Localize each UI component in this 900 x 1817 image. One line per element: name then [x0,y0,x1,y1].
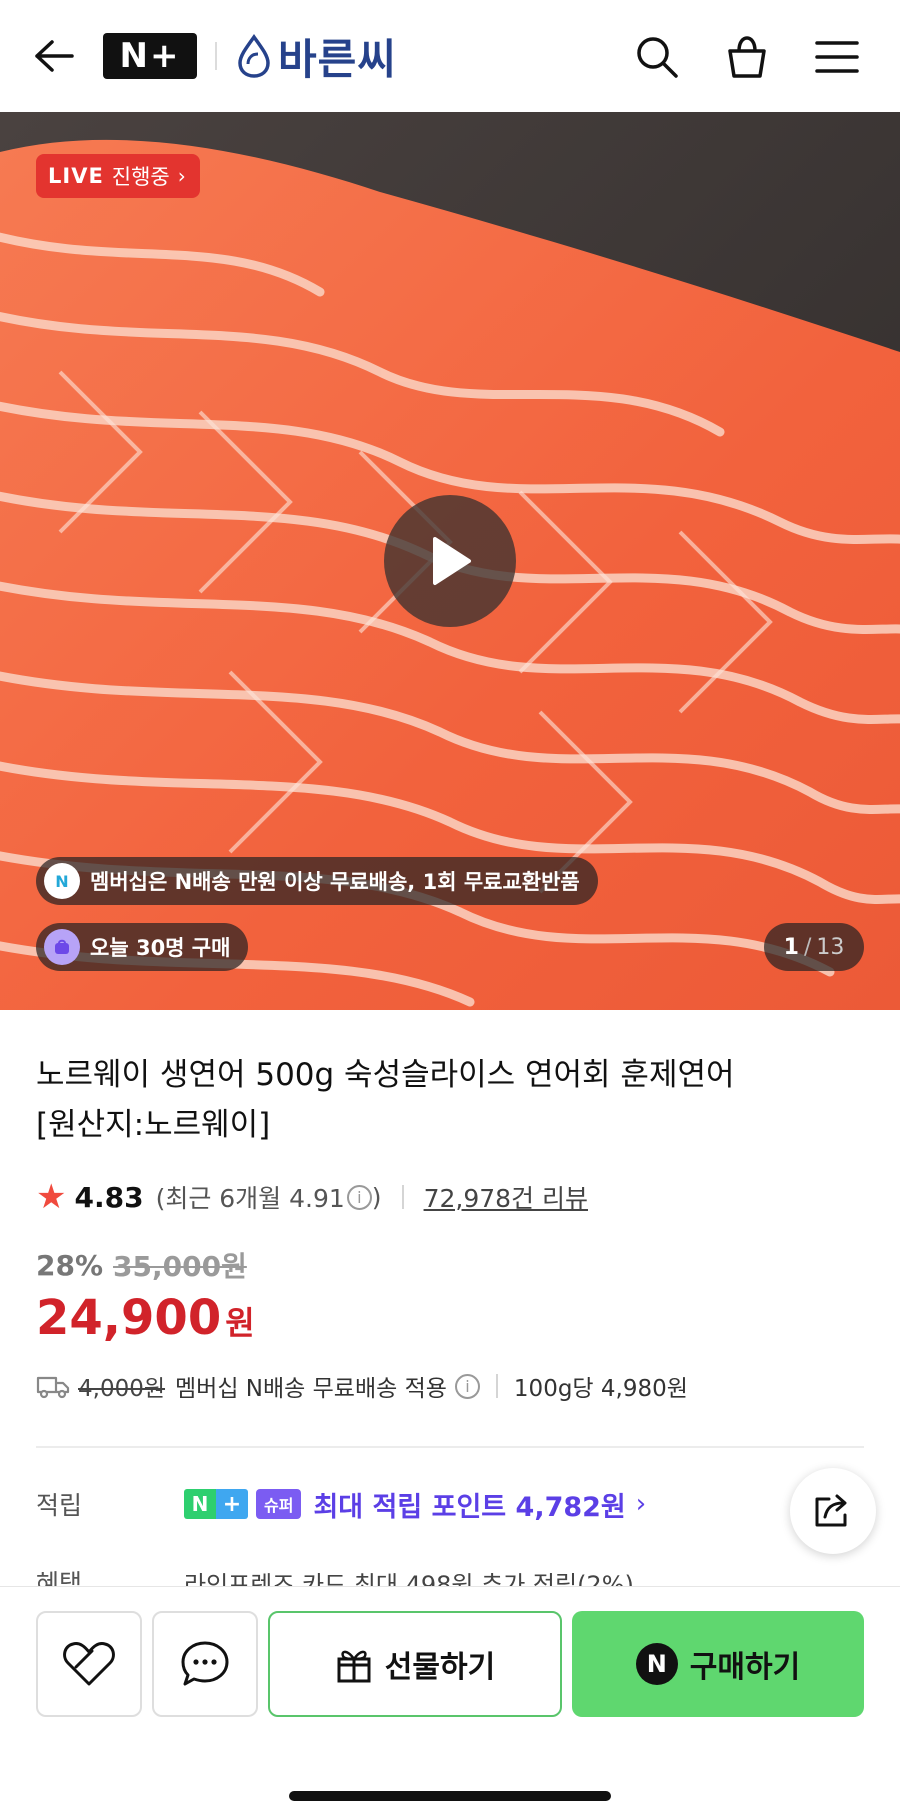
discount-rate: 28% [36,1248,104,1282]
today-purchase-pill: 오늘 30명 구매 [36,923,249,971]
star-icon: ★ [36,1177,67,1217]
today-purchase-text: 오늘 30명 구매 [90,936,231,960]
buy-button[interactable]: N 구매하기 [572,1611,864,1717]
original-price: 35,000원 [113,1250,247,1283]
shipping-divider [495,1374,498,1398]
super-badge: 슈퍼 [256,1489,302,1519]
top-header: N+ 바른씨 [0,0,900,112]
recent-rating-close: ) [371,1182,382,1212]
arrow-left-icon [35,40,74,72]
image-counter-separator: / [803,934,812,960]
chevron-right-icon: › [177,164,186,188]
talk-talk-button[interactable] [152,1611,258,1717]
discount-row: 28% 35,000원 [36,1245,247,1285]
recent-rating: (최근 6개월 4.91 i ) [156,1179,382,1215]
wishlist-button[interactable] [36,1611,142,1717]
membership-text: 멤버십은 N배송 만원 이상 무료배송, 1회 무료교환반품 [90,870,580,894]
recent-rating-text: (최근 6개월 4.91 [155,1184,345,1213]
info-icon[interactable]: i [346,1184,372,1210]
naver-pay-icon: N [635,1643,678,1685]
rating-divider [401,1185,404,1209]
image-counter-total: 13 [816,934,845,960]
menu-button[interactable] [810,30,864,84]
cart-button[interactable] [720,30,774,84]
nbadge-plus: + [216,1489,248,1519]
nplus-store-logo[interactable]: N+ [103,33,197,79]
shipping-original-fee: 4,000원 [78,1376,166,1402]
product-media-carousel[interactable]: LIVE 진행중 › N 멤버십은 N배송 만원 이상 무료배송, 1회 무료교… [0,112,900,1010]
membership-n-icon: N [44,863,80,899]
currency-unit: 원 [225,1304,255,1342]
membership-info-pill[interactable]: N 멤버십은 N배송 만원 이상 무료배송, 1회 무료교환반품 [36,857,598,905]
share-button[interactable] [790,1468,876,1554]
truck-icon [36,1376,70,1399]
points-row[interactable]: 적립 N + 슈퍼 최대 적립 포인트 4,782원 › [36,1482,646,1526]
live-status-badge[interactable]: LIVE 진행중 › [36,154,200,198]
droplet-logo-icon [238,34,270,78]
chat-bubble-icon [181,1641,229,1686]
nbadge-n: N [184,1489,216,1519]
play-icon [433,537,471,585]
shipping-row: 4,000원 멤버십 N배송 무료배송 적용 i 100g당 4,980원 [36,1366,688,1406]
image-counter: 1 / 13 [764,923,864,971]
hamburger-menu-icon [815,41,859,73]
shopping-bag-icon [44,929,80,965]
product-title-line2: [원산지:노르웨이] [36,1107,271,1143]
max-points-text: 최대 적립 포인트 4,782원 [313,1491,626,1523]
sale-price-row: 24,900 원 [36,1290,255,1346]
live-label: LIVE [48,164,104,188]
back-button[interactable] [28,34,78,78]
sale-price: 24,900 [36,1290,222,1346]
product-title-line1: 노르웨이 생연어 500g 숙성슬라이스 연어회 훈제연어 [36,1057,735,1093]
rating-score: 4.83 [74,1180,144,1214]
share-icon [815,1494,847,1527]
brand-name: 바른씨 [278,34,397,84]
section-divider [36,1446,864,1448]
points-label: 적립 [36,1491,83,1520]
shopping-bag-icon [728,36,766,78]
search-icon [637,37,678,78]
gift-icon [337,1650,371,1683]
gift-button[interactable]: 선물하기 [268,1611,562,1717]
info-icon[interactable]: i [454,1373,480,1399]
review-count-link[interactable]: 72,978건 리뷰 [424,1179,588,1215]
product-title: 노르웨이 생연어 500g 숙성슬라이스 연어회 훈제연어 [원산지:노르웨이] [36,1050,866,1150]
search-button[interactable] [630,30,684,84]
play-video-button[interactable] [384,495,516,627]
image-counter-current: 1 [783,934,799,960]
live-status-text: 진행중 [111,165,170,189]
home-indicator [289,1791,611,1801]
header-divider [215,42,217,70]
brand-logo-link[interactable]: 바른씨 [236,28,397,84]
rating-row: ★ 4.83 (최근 6개월 4.91 i ) 72,978건 리뷰 [36,1174,588,1220]
bottom-action-bar: 선물하기 N 구매하기 [0,1586,900,1817]
gift-label: 선물하기 [384,1650,496,1685]
shipping-text: 멤버십 N배송 무료배송 적용 [175,1376,447,1402]
buy-label: 구매하기 [689,1650,801,1685]
chevron-right-icon: › [635,1489,647,1519]
heart-icon [63,1642,115,1686]
unit-price: 100g당 4,980원 [513,1376,688,1402]
nplus-badge: N + [184,1489,248,1519]
